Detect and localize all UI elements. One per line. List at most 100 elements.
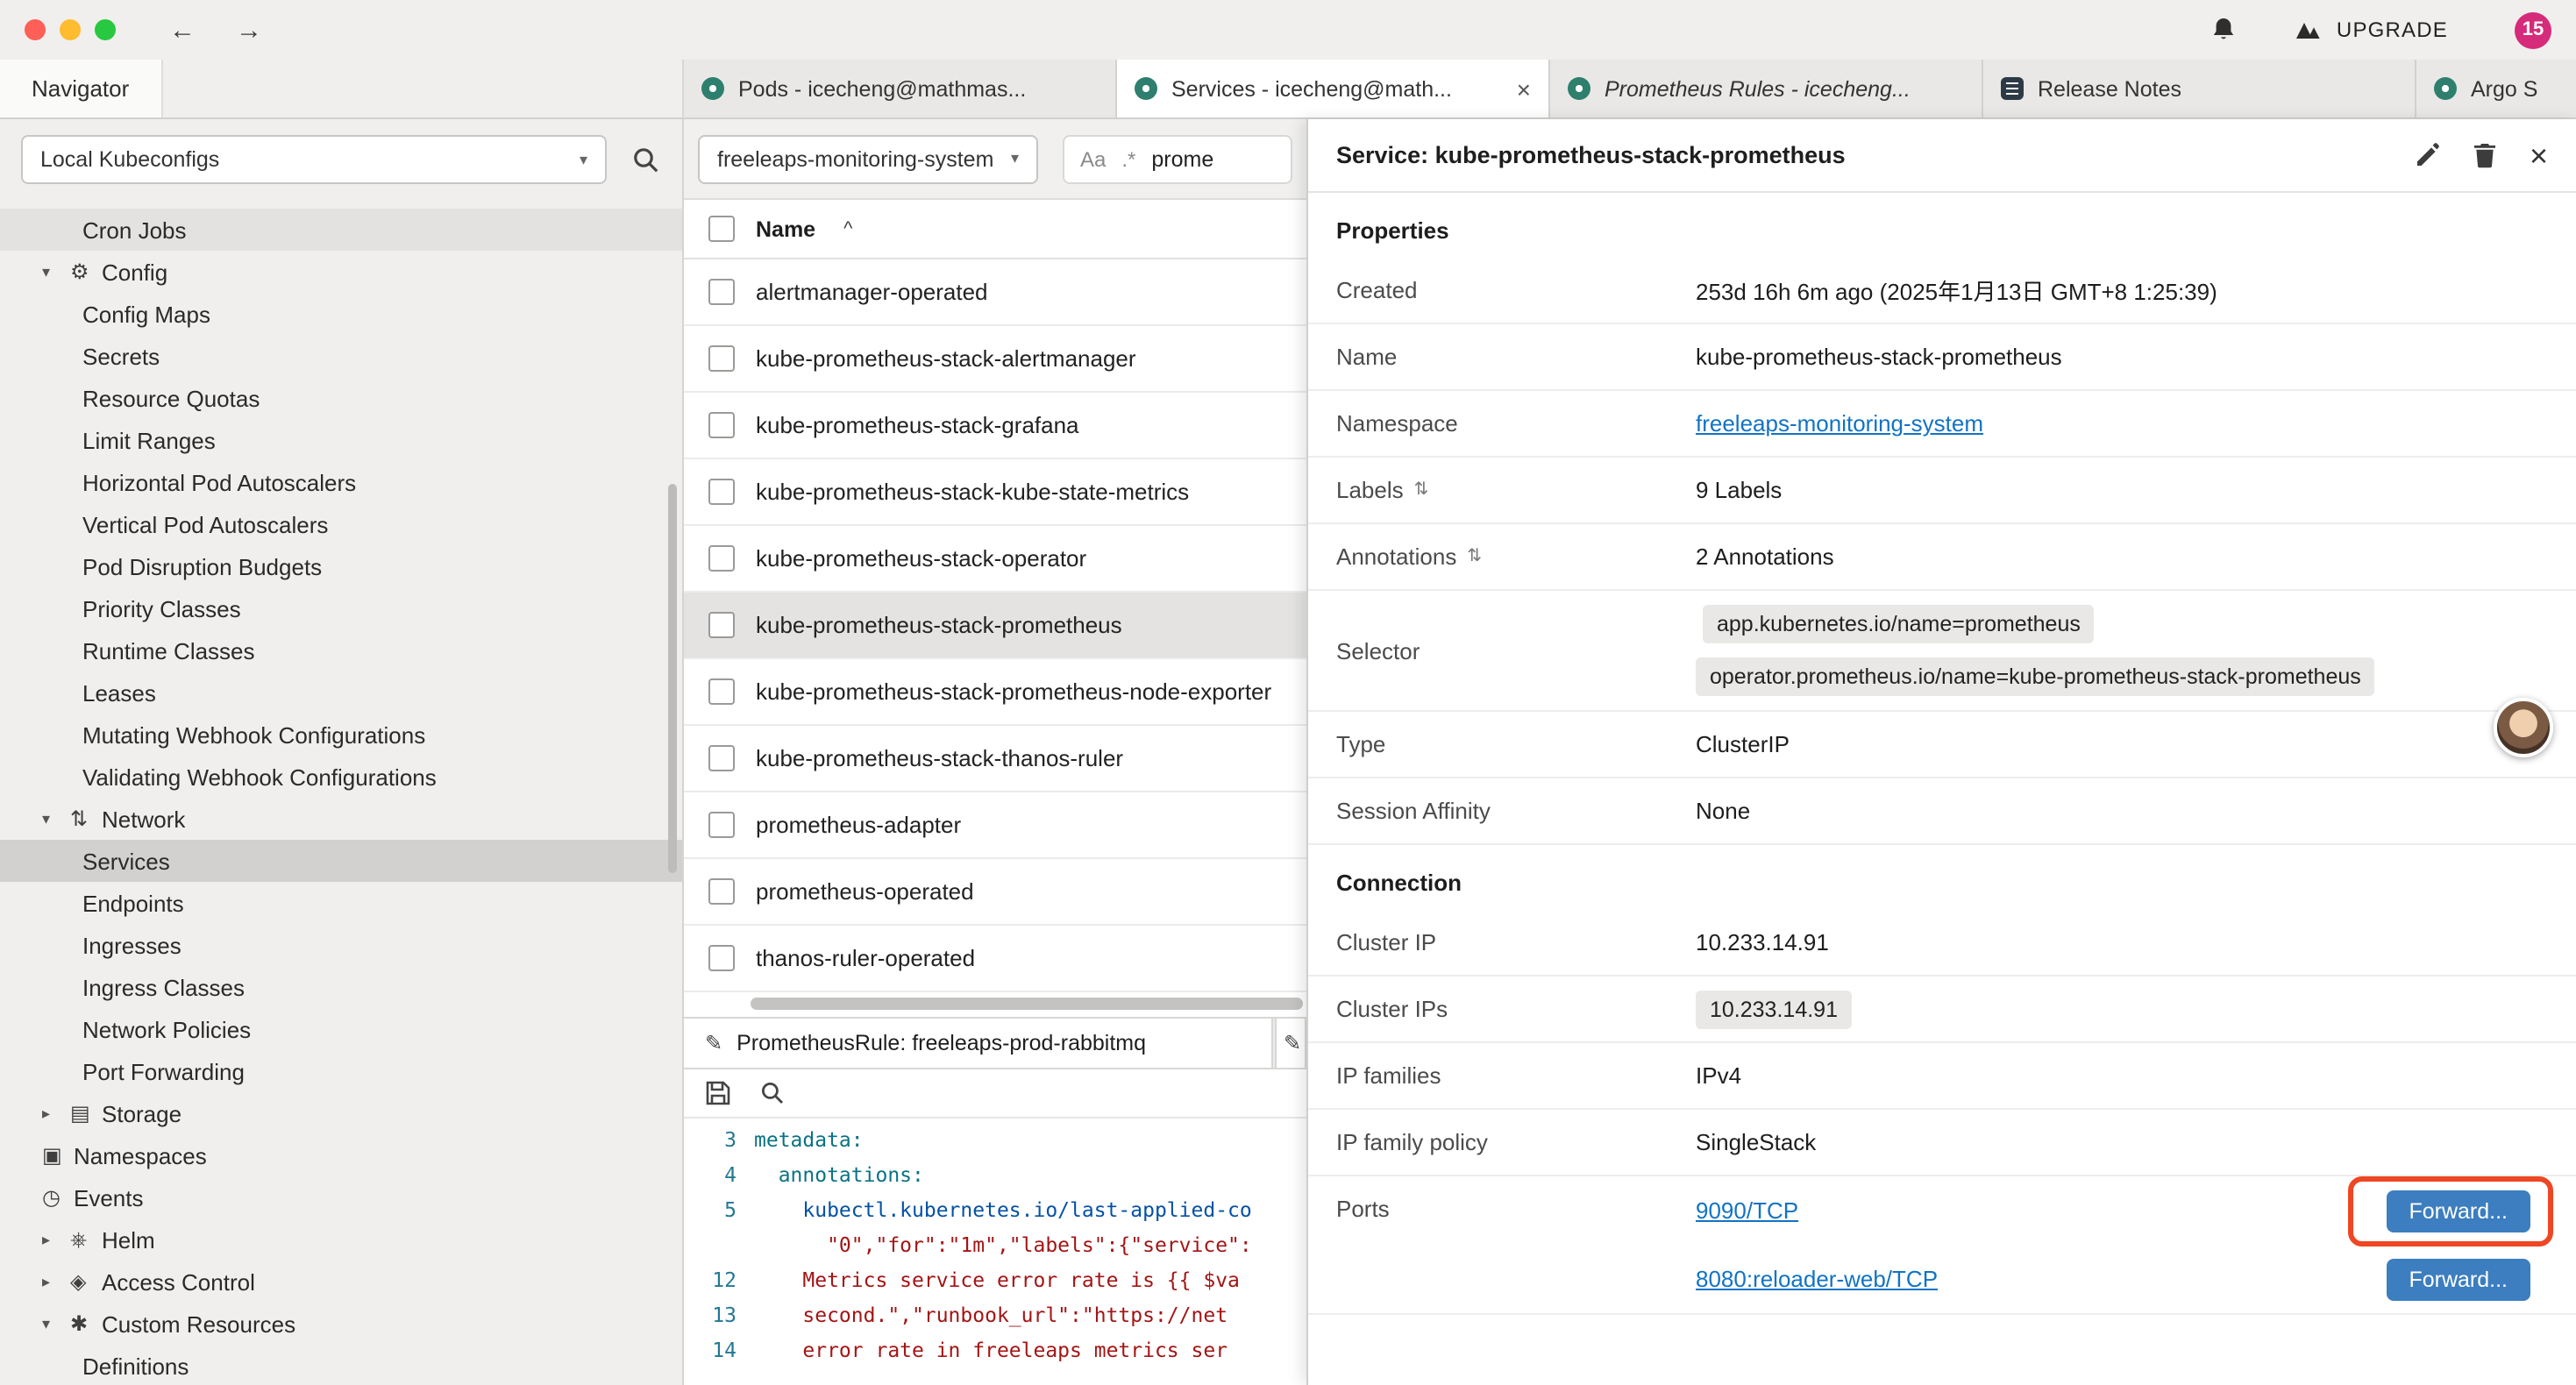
save-icon[interactable]	[705, 1080, 731, 1106]
table-row[interactable]: alertmanager-operated	[684, 259, 1306, 326]
tree-chevron-icon[interactable]: ▾	[42, 1314, 70, 1333]
row-checkbox[interactable]	[708, 678, 735, 705]
sidebar-tree-item[interactable]: Secrets	[0, 335, 682, 377]
sidebar-tree-item[interactable]: Horizontal Pod Autoscalers	[0, 461, 682, 503]
sidebar-tree-item[interactable]: Leases	[0, 671, 682, 714]
sidebar-tree-item[interactable]: ▾ ⚙ Config	[0, 251, 682, 293]
sidebar-tree-item[interactable]: ▣ Namespaces	[0, 1134, 682, 1176]
edit-pencil-icon[interactable]	[2416, 142, 2442, 168]
port-link[interactable]: 8080:reloader-web/TCP	[1696, 1266, 1938, 1292]
close-icon[interactable]: ×	[2530, 139, 2548, 171]
regex-toggle[interactable]: .*	[1121, 146, 1135, 171]
upgrade-button[interactable]: UPGRADE	[2295, 18, 2448, 42]
sidebar-tree-item[interactable]: Config Maps	[0, 293, 682, 335]
back-arrow-icon[interactable]: ←	[165, 15, 200, 45]
row-checkbox[interactable]	[708, 945, 735, 971]
name-column-header[interactable]: Name	[756, 217, 815, 241]
row-checkbox[interactable]	[708, 745, 735, 771]
sidebar-tree-item[interactable]: ▸ ▤ Storage	[0, 1092, 682, 1134]
table-row[interactable]: kube-prometheus-stack-operator	[684, 526, 1306, 593]
row-checkbox[interactable]	[708, 345, 735, 372]
row-checkbox[interactable]	[708, 612, 735, 638]
sidebar-tree-item[interactable]: Priority Classes	[0, 587, 682, 629]
tree-chevron-icon[interactable]: ▸	[42, 1230, 70, 1249]
table-row[interactable]: kube-prometheus-stack-alertmanager	[684, 326, 1306, 393]
row-checkbox[interactable]	[708, 545, 735, 572]
annotations-value: 2 Annotations	[1696, 543, 2548, 570]
sidebar-tree-item[interactable]: Validating Webhook Configurations	[0, 756, 682, 798]
sidebar-tree-item[interactable]: Network Policies	[0, 1008, 682, 1050]
table-row[interactable]: prometheus-adapter	[684, 792, 1306, 859]
row-checkbox[interactable]	[708, 479, 735, 505]
select-all-checkbox[interactable]	[708, 216, 735, 242]
table-row[interactable]: prometheus-operated	[684, 859, 1306, 926]
search-input[interactable]: Aa .* prome	[1063, 134, 1292, 183]
sidebar-tree-item[interactable]: Ingress Classes	[0, 966, 682, 1008]
notifications-bell-icon[interactable]	[2210, 16, 2238, 44]
table-row[interactable]: kube-prometheus-stack-grafana	[684, 393, 1306, 459]
sidebar-tree-item[interactable]: Ingresses	[0, 924, 682, 966]
namespace-filter-select[interactable]: freeleaps-monitoring-system ▾	[698, 134, 1038, 183]
tree-chevron-icon[interactable]: ▾	[42, 809, 70, 828]
user-avatar[interactable]	[2494, 698, 2553, 757]
table-row[interactable]: kube-prometheus-stack-prometheus-node-ex…	[684, 659, 1306, 726]
editor-tab[interactable]: Services - icecheng@math... ×	[1117, 60, 1550, 117]
editor-tab[interactable]: Argo S	[2416, 60, 2576, 117]
sidebar-tree-item[interactable]: ▸ ◈ Access Control	[0, 1261, 682, 1303]
row-checkbox[interactable]	[708, 812, 735, 838]
lens-app-window: ← → UPGRADE 15 Navigator Pods - icecheng…	[0, 0, 2576, 1385]
expand-toggle-icon[interactable]: ⇅	[1467, 547, 1482, 566]
sidebar-tree-item[interactable]: ◷ Events	[0, 1176, 682, 1218]
table-row[interactable]: kube-prometheus-stack-kube-state-metrics	[684, 459, 1306, 526]
dock-tab-partial[interactable]: ✎	[1275, 1019, 1306, 1068]
forward-button[interactable]: Forward...	[2386, 1258, 2530, 1300]
yaml-editor[interactable]: 3 metadata: 4 annotations: 5 kubectl.kub…	[684, 1119, 1306, 1385]
sidebar-tree-item[interactable]: Runtime Classes	[0, 629, 682, 671]
table-row[interactable]: kube-prometheus-stack-prometheus	[684, 593, 1306, 659]
forward-button[interactable]: Forward...	[2386, 1190, 2530, 1232]
dock-tab-prometheusrule[interactable]: ✎ PrometheusRule: freeleaps-prod-rabbitm…	[684, 1019, 1273, 1068]
sidebar-tree-item[interactable]: Mutating Webhook Configurations	[0, 714, 682, 756]
tree-chevron-icon[interactable]: ▸	[42, 1272, 70, 1291]
editor-search-icon[interactable]	[759, 1080, 786, 1106]
table-row[interactable]: thanos-ruler-operated	[684, 926, 1306, 992]
editor-tab[interactable]: Pods - icecheng@mathmas...	[684, 60, 1117, 117]
delete-trash-icon[interactable]	[2473, 142, 2498, 168]
editor-tab[interactable]: Release Notes	[1983, 60, 2416, 117]
row-checkbox[interactable]	[708, 878, 735, 905]
horizontal-scrollbar-thumb[interactable]	[751, 998, 1303, 1010]
forward-arrow-icon[interactable]: →	[231, 15, 267, 45]
sidebar-scrollbar[interactable]	[668, 484, 677, 873]
sidebar-tree-item[interactable]: Definitions	[0, 1345, 682, 1385]
sidebar-tree-item[interactable]: ▸ ⎈ Helm	[0, 1218, 682, 1261]
close-window-button[interactable]	[25, 19, 46, 40]
sidebar-tree-item[interactable]: Endpoints	[0, 882, 682, 924]
editor-line: 4 annotations:	[684, 1157, 1306, 1192]
row-checkbox[interactable]	[708, 279, 735, 305]
table-row[interactable]: kube-prometheus-stack-thanos-ruler	[684, 726, 1306, 792]
port-link[interactable]: 9090/TCP	[1696, 1197, 1798, 1224]
sidebar-tree-item[interactable]: ▾ ⇅ Network	[0, 798, 682, 840]
notification-count-badge[interactable]: 15	[2515, 11, 2551, 48]
sidebar-tree-item[interactable]: Cron Jobs	[0, 209, 682, 251]
sidebar-search-icon[interactable]	[631, 145, 661, 174]
sort-ascending-icon[interactable]: ^	[843, 218, 852, 239]
sidebar-tree-item[interactable]: Resource Quotas	[0, 377, 682, 419]
sidebar-tree-item[interactable]: Limit Ranges	[0, 419, 682, 461]
kubeconfig-selector[interactable]: Local Kubeconfigs ▾	[21, 135, 607, 184]
sidebar-tree-item[interactable]: Services	[0, 840, 682, 882]
namespace-link[interactable]: freeleaps-monitoring-system	[1696, 410, 1983, 437]
sidebar-tree-item[interactable]: Pod Disruption Budgets	[0, 545, 682, 587]
sidebar-tree-item[interactable]: ▾ ✱ Custom Resources	[0, 1303, 682, 1345]
sidebar-tree-item[interactable]: Port Forwarding	[0, 1050, 682, 1092]
tree-chevron-icon[interactable]: ▸	[42, 1104, 70, 1123]
expand-toggle-icon[interactable]: ⇅	[1414, 480, 1429, 500]
editor-tab[interactable]: Prometheus Rules - icecheng...	[1550, 60, 1983, 117]
minimize-window-button[interactable]	[60, 19, 81, 40]
tree-chevron-icon[interactable]: ▾	[42, 262, 70, 281]
match-case-toggle[interactable]: Aa	[1080, 146, 1106, 171]
close-tab-icon[interactable]: ×	[1517, 76, 1531, 101]
zoom-window-button[interactable]	[95, 19, 116, 40]
row-checkbox[interactable]	[708, 412, 735, 438]
sidebar-tree-item[interactable]: Vertical Pod Autoscalers	[0, 503, 682, 545]
